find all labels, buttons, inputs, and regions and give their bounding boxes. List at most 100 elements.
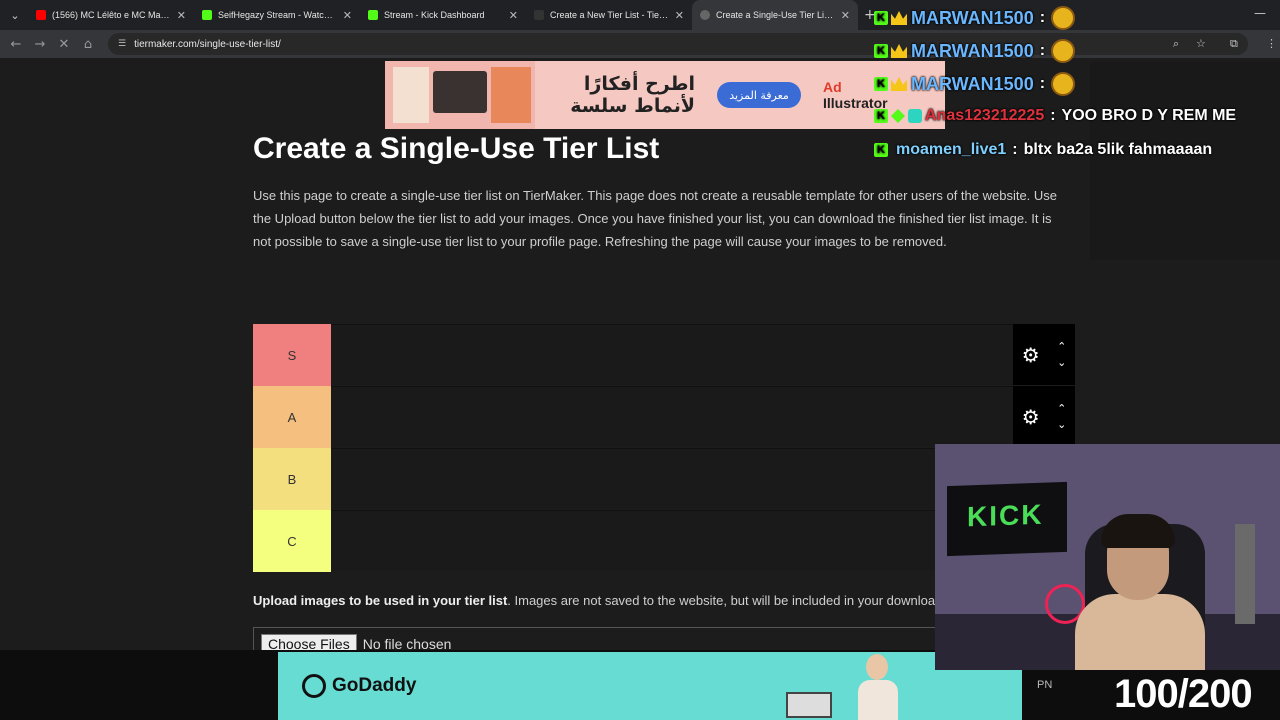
tier-label[interactable]: S <box>253 324 331 386</box>
gift-badge-icon <box>891 109 905 123</box>
chat-username: MARWAN1500 <box>911 7 1034 28</box>
ad-headline: اطرح أفكارًا لأنماط سلسة <box>570 73 695 117</box>
close-tab-icon[interactable]: ✕ <box>675 9 684 22</box>
chat-separator: : <box>1050 107 1056 124</box>
tier-drop-area[interactable] <box>331 448 1013 509</box>
move-down-icon[interactable]: ⌄ <box>1057 356 1066 369</box>
address-bar[interactable]: ☰ tiermaker.com/single-use-tier-list/ <box>108 33 1248 55</box>
chat-username: MARWAN1500 <box>911 40 1034 61</box>
close-tab-icon[interactable]: ✕ <box>841 9 850 22</box>
kick-badge-icon: K <box>874 44 888 58</box>
gear-icon[interactable]: ⚙ <box>1022 343 1040 367</box>
crown-badge-icon <box>891 77 907 91</box>
adobe-logo: Ad <box>823 79 842 95</box>
back-icon[interactable]: ← <box>4 37 28 52</box>
forward-icon[interactable]: → <box>28 37 52 52</box>
godaddy-ad-banner[interactable]: GoDaddy <box>278 652 1022 720</box>
tab-kick-dashboard[interactable]: Stream - Kick Dashboard ✕ <box>360 0 526 30</box>
browser-toolbar: ← → ✕ ⌂ ☰ tiermaker.com/single-use-tier-… <box>0 30 1280 58</box>
ad-learn-more-button[interactable]: معرفة المزيد <box>717 82 801 108</box>
tab-search-chevron-icon[interactable]: ⌄ <box>2 4 28 26</box>
kick-flag-image: KICK <box>947 481 1067 557</box>
chat-username: MARWAN1500 <box>911 73 1034 94</box>
screen: { "browser": { "tabs": [ {"title": "(156… <box>0 0 1280 720</box>
tier-drop-area[interactable] <box>331 510 1013 571</box>
top-ad-banner[interactable]: اطرح أفكارًا لأنماط سلسة معرفة المزيد Ad… <box>385 61 945 129</box>
menu-icon[interactable]: ⋮ <box>1266 37 1277 50</box>
move-up-icon[interactable]: ⌃ <box>1057 340 1066 353</box>
minimize-icon[interactable]: — <box>1254 6 1266 20</box>
url-text: tiermaker.com/single-use-tier-list/ <box>134 38 281 50</box>
webcam-overlay: KICK <box>935 444 1280 670</box>
kick-badge-icon: K <box>874 109 888 123</box>
loading-icon <box>700 10 710 20</box>
youtube-icon <box>36 10 46 20</box>
chat-separator: : <box>1012 141 1018 158</box>
close-tab-icon[interactable]: ✕ <box>509 9 518 22</box>
tab-bar: ⌄ (1566) MC Lélêto e MC Marom ✕ SeifHega… <box>0 0 1280 30</box>
tier-label[interactable]: A <box>253 386 331 448</box>
site-info-icon[interactable]: ☰ <box>118 39 126 49</box>
tab-youtube[interactable]: (1566) MC Lélêto e MC Marom ✕ <box>28 0 194 30</box>
kick-icon <box>202 10 212 20</box>
tier-drop-area[interactable] <box>331 324 1013 385</box>
tier-label[interactable]: C <box>253 510 331 572</box>
pn-label: PN <box>1037 679 1053 691</box>
tier-row: A ⚙ ⌃ ⌄ <box>253 386 1075 448</box>
stop-loading-icon[interactable]: ✕ <box>52 37 76 52</box>
close-tab-icon[interactable]: ✕ <box>177 9 186 22</box>
chat-separator: : <box>1039 75 1046 92</box>
godaddy-logo-icon <box>302 674 326 698</box>
emote-icon <box>1051 39 1076 63</box>
godaddy-logo: GoDaddy <box>302 674 416 698</box>
crown-badge-icon <box>891 11 907 25</box>
extensions-icon[interactable]: ⧉ <box>1230 37 1238 51</box>
tier-label[interactable]: B <box>253 448 331 510</box>
page-intro: Use this page to create a single-use tie… <box>253 188 1058 249</box>
chat-message: K moamen_live1 : bltx ba2a 5lik fahmaaaa… <box>874 141 1212 159</box>
godaddy-brand: GoDaddy <box>332 675 417 696</box>
kick-badge-icon: K <box>874 143 888 157</box>
chat-overlay-background <box>1090 62 1280 260</box>
tab-title: Stream - Kick Dashboard <box>384 10 485 20</box>
zoom-icon[interactable]: ⌕ <box>1173 37 1179 51</box>
chat-separator: : <box>1039 9 1046 26</box>
upload-note-text: . Images are not saved to the website, b… <box>507 593 936 608</box>
close-tab-icon[interactable]: ✕ <box>343 9 352 22</box>
chat-username: moamen_live1 <box>896 141 1007 158</box>
gear-icon[interactable]: ⚙ <box>1022 405 1040 429</box>
chat-message: K MARWAN1500 : <box>874 72 1076 96</box>
tier-drop-area[interactable] <box>331 386 1013 447</box>
tab-title: (1566) MC Lélêto e MC Marom <box>52 10 171 20</box>
tab-tiermaker-new[interactable]: Create a New Tier List - TierMa ✕ <box>526 0 692 30</box>
move-up-icon[interactable]: ⌃ <box>1057 402 1066 415</box>
tier-row: S ⚙ ⌃ ⌄ <box>253 324 1075 386</box>
ad-image <box>385 61 535 129</box>
tab-tiermaker-single-use[interactable]: Create a Single-Use Tier List (P ✕ <box>692 0 858 30</box>
chat-text: YOO BRO D Y REM ME <box>1061 107 1237 124</box>
home-icon[interactable]: ⌂ <box>76 37 100 52</box>
kick-badge-icon: K <box>874 11 888 25</box>
tier-controls: ⚙ ⌃ ⌄ <box>1013 324 1075 385</box>
upload-instructions: Upload images to be used in your tier li… <box>253 593 935 608</box>
chat-separator: : <box>1039 42 1046 59</box>
chat-message: K MARWAN1500 : <box>874 6 1076 30</box>
chat-message: K MARWAN1500 : <box>874 39 1076 63</box>
tier-controls: ⚙ ⌃ ⌄ <box>1013 386 1075 447</box>
kick-icon <box>368 10 378 20</box>
follower-goal-counter: 100/200 <box>1114 672 1253 716</box>
chat-message: K Anas123212225 : YOO BRO D Y REM ME <box>874 107 1236 125</box>
sub-badge-icon <box>908 109 922 123</box>
chat-text: bltx ba2a 5lik fahmaaaan <box>1023 141 1213 158</box>
emote-icon <box>1051 6 1076 30</box>
emote-icon <box>1051 72 1076 96</box>
tab-title: SeifHegazy Stream - Watch Live <box>218 10 337 20</box>
tab-seifhegazy[interactable]: SeifHegazy Stream - Watch Live ✕ <box>194 0 360 30</box>
bookmark-star-icon[interactable]: ☆ <box>1196 37 1206 50</box>
move-down-icon[interactable]: ⌄ <box>1057 418 1066 431</box>
tab-title: Create a Single-Use Tier List (P <box>716 10 835 20</box>
tab-title: Create a New Tier List - TierMa <box>550 10 669 20</box>
tiermaker-icon <box>534 10 544 20</box>
chat-username: Anas123212225 <box>925 107 1045 124</box>
crown-badge-icon <box>891 44 907 58</box>
